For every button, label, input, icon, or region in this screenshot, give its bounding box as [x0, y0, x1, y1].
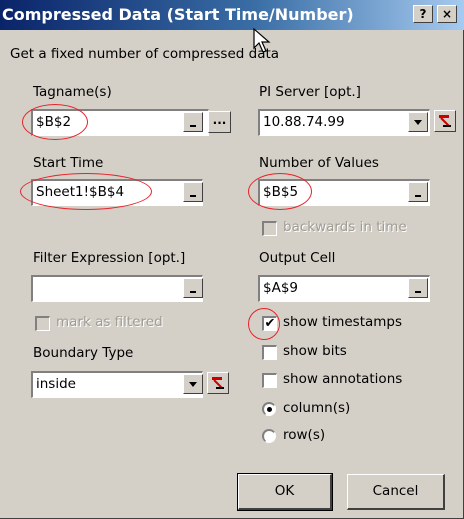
pi-server-label: PI Server [opt.]: [259, 84, 361, 100]
ok-button[interactable]: OK: [237, 473, 333, 511]
title-bar[interactable]: Compressed Data (Start Time/Number): [0, 0, 464, 30]
pi-server-dropdown-button[interactable]: [408, 112, 428, 132]
show-bits-label: show bits: [283, 343, 347, 359]
output-cell-field[interactable]: $A$9: [258, 275, 430, 302]
radio-selected-dot: [267, 407, 272, 412]
dialog-window: Compressed Data (Start Time/Number) ? × …: [0, 0, 464, 519]
close-button[interactable]: ×: [437, 5, 457, 23]
boundary-type-info-button[interactable]: [207, 372, 229, 394]
number-of-values-field[interactable]: $B$5: [258, 179, 430, 206]
backwards-in-time-checkbox[interactable]: [262, 221, 277, 236]
chevron-down-icon: [414, 120, 422, 125]
minimize-icon: [415, 291, 421, 293]
backwards-in-time-label: backwards in time: [283, 219, 407, 235]
dialog-title: Compressed Data (Start Time/Number): [2, 5, 354, 24]
filter-expression-range-button[interactable]: [183, 278, 203, 298]
server-connect-icon: [439, 115, 451, 127]
rows-radio[interactable]: [262, 429, 276, 443]
boundary-type-dropdown-button[interactable]: [183, 374, 203, 394]
tagnames-range-button[interactable]: [183, 112, 203, 132]
boundary-type-select[interactable]: inside: [31, 371, 203, 398]
rows-radio-label: row(s): [283, 427, 326, 443]
boundary-type-label: Boundary Type: [33, 345, 134, 361]
columns-radio-label: column(s): [283, 400, 351, 416]
minimize-icon: [190, 125, 196, 127]
minimize-icon: [190, 291, 196, 293]
show-timestamps-label: show timestamps: [283, 314, 403, 330]
chevron-down-icon: [189, 382, 197, 387]
show-annotations-checkbox[interactable]: [262, 373, 277, 388]
pi-server-select[interactable]: 10.88.74.99: [258, 109, 430, 136]
checkmark-icon: ✔: [264, 316, 276, 331]
show-bits-checkbox[interactable]: [262, 345, 277, 360]
tagnames-browse-button[interactable]: ...: [208, 111, 231, 133]
minimize-icon: [415, 195, 421, 197]
help-button[interactable]: ?: [413, 5, 433, 23]
output-cell-range-button[interactable]: [408, 278, 428, 298]
filter-expression-label: Filter Expression [opt.]: [33, 250, 186, 266]
start-time-field[interactable]: Sheet1!$B$4: [31, 179, 203, 206]
show-annotations-label: show annotations: [283, 371, 403, 387]
mark-as-filtered-label: mark as filtered: [56, 314, 163, 330]
filter-expression-field[interactable]: [31, 275, 203, 302]
start-time-range-button[interactable]: [183, 182, 203, 202]
number-of-values-range-button[interactable]: [408, 182, 428, 202]
minimize-icon: [190, 195, 196, 197]
cancel-button[interactable]: Cancel: [347, 474, 445, 510]
dialog-description: Get a fixed number of compressed data: [10, 46, 280, 62]
show-timestamps-checkbox[interactable]: ✔: [262, 316, 277, 331]
columns-radio[interactable]: [262, 402, 276, 416]
number-of-values-label: Number of Values: [259, 155, 379, 171]
boundary-icon: [212, 377, 224, 389]
mark-as-filtered-checkbox[interactable]: [35, 316, 50, 331]
output-cell-label: Output Cell: [259, 250, 336, 266]
start-time-label: Start Time: [33, 155, 104, 171]
pi-server-connect-button[interactable]: [434, 110, 456, 132]
tagnames-label: Tagname(s): [33, 84, 112, 100]
